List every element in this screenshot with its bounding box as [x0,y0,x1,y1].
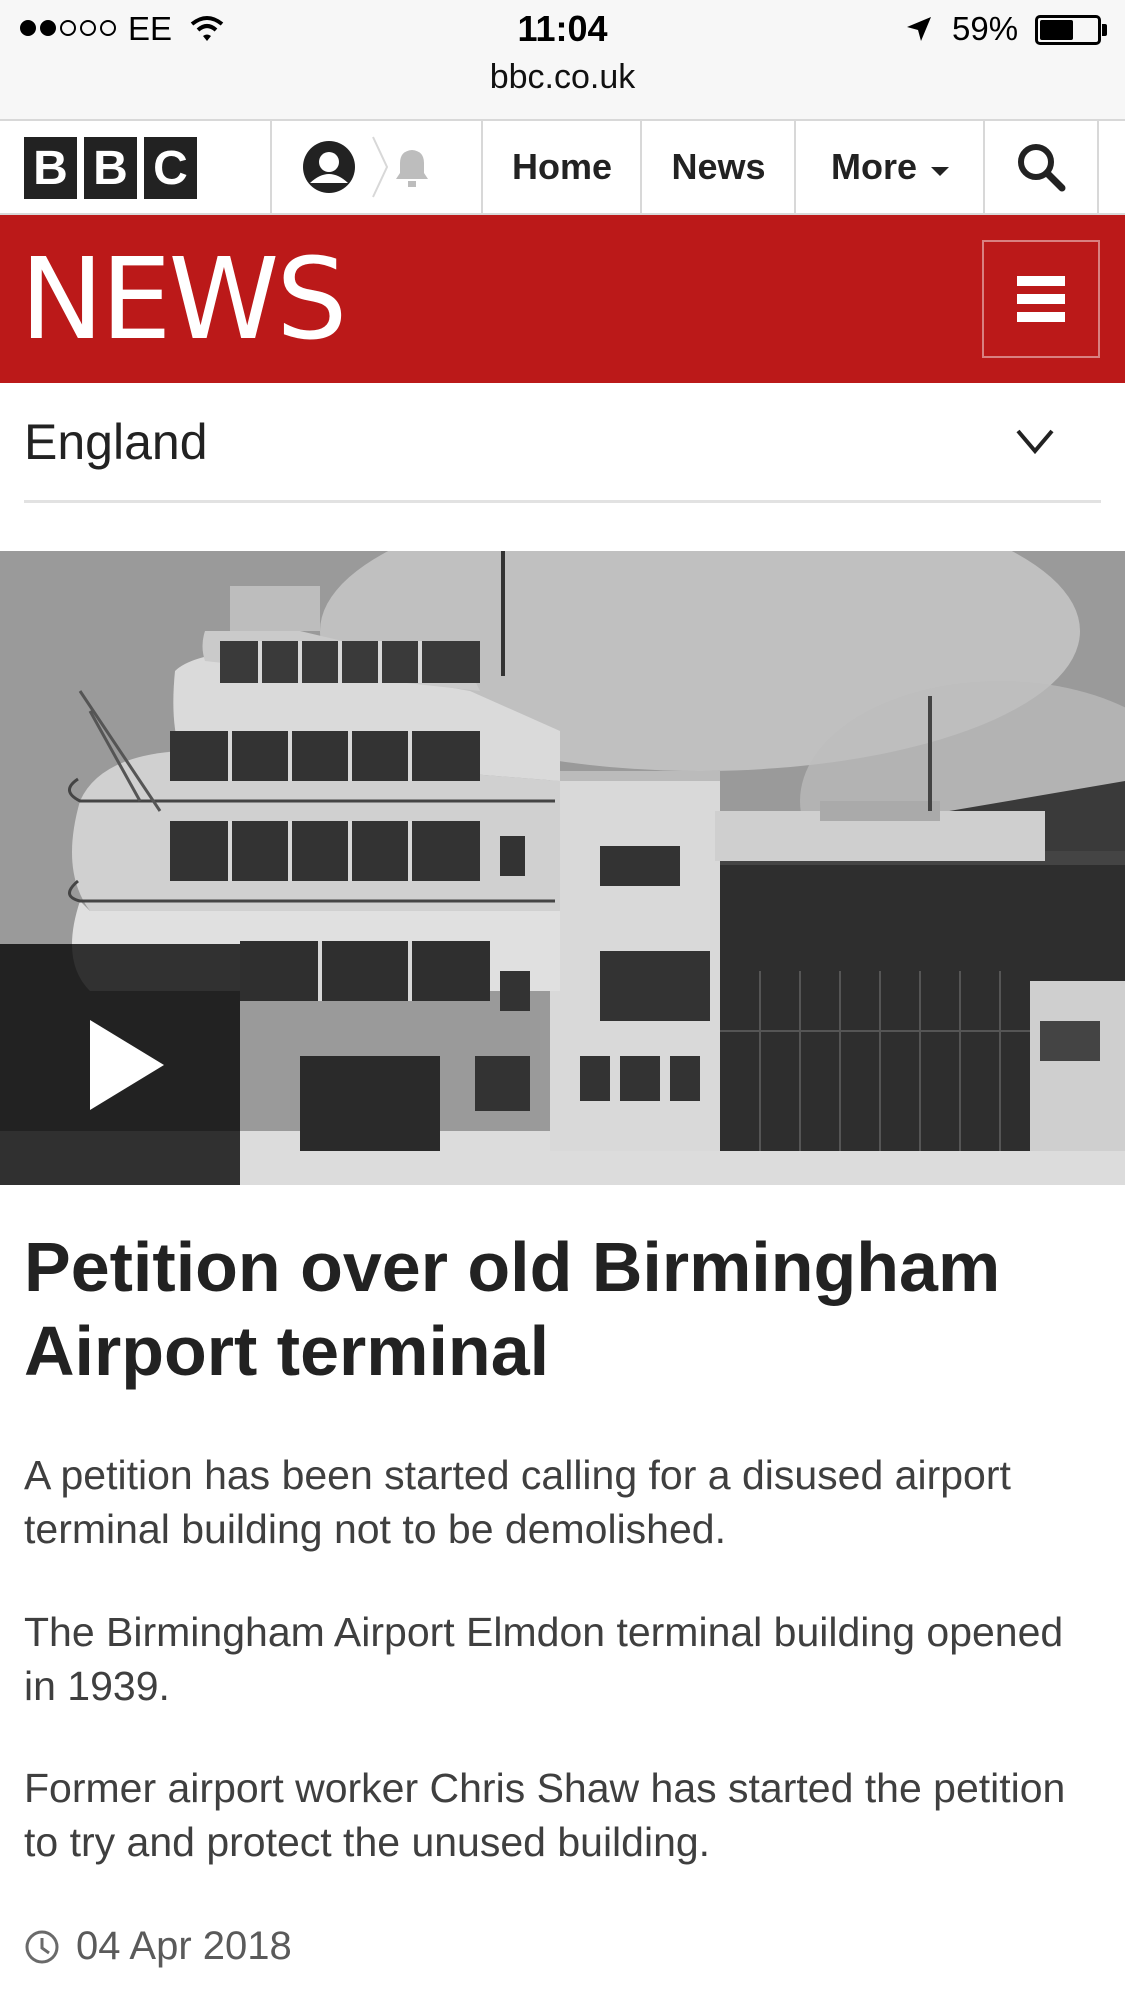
play-icon [90,1019,164,1110]
account-icon [303,136,389,198]
article-paragraph: Former airport worker Chris Shaw has sta… [24,1765,1066,1865]
address-bar-url[interactable]: bbc.co.uk [0,58,1125,97]
battery-icon [1035,15,1101,45]
bbc-logo[interactable]: B B C [24,137,197,199]
article-date: 04 Apr 2018 [24,1924,292,1969]
nav-more-dropdown[interactable]: More [794,121,984,213]
section-label: England [24,414,208,470]
article-paragraph: A petition has been started calling for … [24,1452,1011,1552]
battery-tip [1102,24,1107,36]
caret-down-icon [931,166,949,176]
nav-news-link[interactable]: News [640,121,795,213]
bbc-logo-letter: C [144,137,197,199]
news-banner: NEWS [0,215,1125,383]
article-paragraph: The Birmingham Airport Elmdon terminal b… [24,1609,1064,1709]
section-selector[interactable]: England [24,383,1101,503]
hamburger-icon-bar [1017,294,1065,304]
bbc-logo-letter: B [84,137,137,199]
status-bar: EE 11:04 59% bbc.co.uk [0,0,1125,119]
nav-more-label: More [830,146,917,187]
bbc-logo-letter: B [24,137,77,199]
news-logo[interactable]: NEWS [20,235,347,365]
search-icon [1018,144,1066,192]
hamburger-icon-bar [1017,312,1065,322]
play-video-button[interactable] [0,944,240,1185]
article-date-text: 04 Apr 2018 [76,1924,292,1968]
article-headline: Petition over old Birmingham Airport ter… [24,1228,1001,1390]
bbc-top-nav: B B C Home News More [0,119,1125,215]
bell-icon [396,150,428,187]
search-button[interactable] [983,121,1099,213]
battery-percent: 59% [952,10,1019,47]
nav-home-link[interactable]: Home [481,121,641,213]
account-notifications-button[interactable] [270,121,482,213]
hamburger-icon-bar [1017,276,1065,286]
menu-button[interactable] [982,240,1100,358]
clock-icon [25,1930,59,1963]
location-arrow-icon [907,17,931,41]
chevron-down-icon [1016,429,1054,455]
